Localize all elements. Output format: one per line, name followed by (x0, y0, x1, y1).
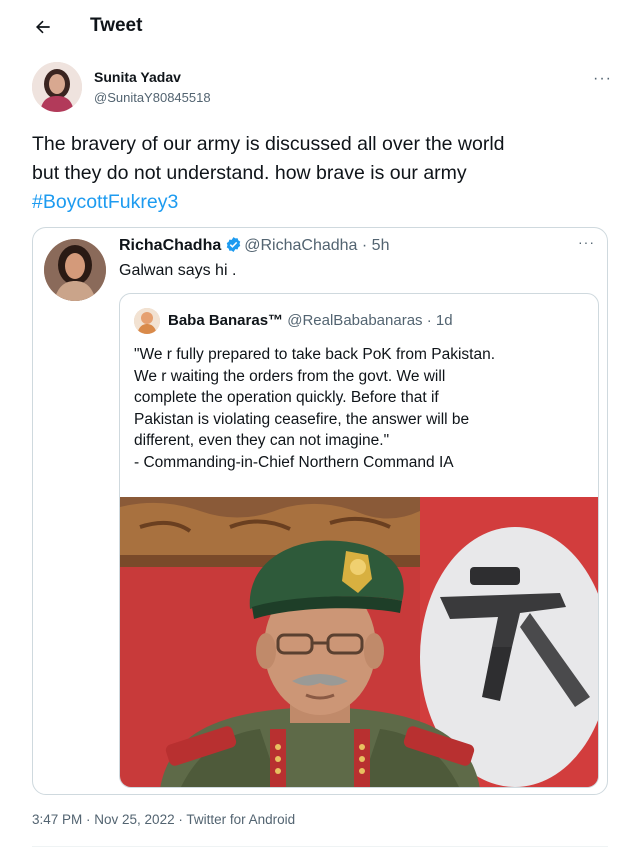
hashtag-link[interactable]: #BoycottFukrey3 (32, 188, 622, 217)
top-bar: Tweet (0, 0, 640, 54)
inner-quote-avatar[interactable] (134, 308, 160, 334)
separator: · (422, 312, 436, 329)
separator: · (357, 237, 372, 254)
author-handle[interactable]: @SunitaY80845518 (94, 90, 211, 105)
inner-quote-text: "We r fully prepared to take back PoK fr… (134, 344, 594, 473)
quote-avatar[interactable] (44, 239, 106, 301)
tweet-text-line: The bravery of our army is discussed all… (32, 133, 505, 155)
avatar-image (32, 62, 82, 112)
inner-quote-line: - Commanding-in-Chief Northern Command I… (134, 453, 454, 471)
arrow-left-icon (36, 20, 50, 34)
inner-quoted-tweet[interactable]: Baba Banaras™ @RealBababanaras · 1d "We … (119, 293, 599, 788)
quote-header: RichaChadha @RichaChadha · 5h (119, 236, 389, 255)
back-button[interactable] (30, 14, 56, 40)
officer-photo-image (120, 497, 598, 787)
inner-quote-author-handle[interactable]: @RealBababanaras (287, 312, 422, 329)
inner-quote-line: different, even they can not imagine." (134, 432, 390, 449)
quote-author-handle[interactable]: @RichaChadha (244, 237, 357, 254)
quote-time[interactable]: 5h (372, 237, 390, 254)
tweet-author: Sunita Yadav @SunitaY80845518 ··· (32, 62, 612, 118)
tweet-text: The bravery of our army is discussed all… (32, 130, 622, 217)
avatar-image (44, 239, 106, 301)
inner-quote-line: "We r fully prepared to take back PoK fr… (134, 346, 496, 363)
more-options-button[interactable]: ··· (593, 70, 612, 88)
author-name[interactable]: Sunita Yadav (94, 69, 181, 85)
tweet-timestamp[interactable]: 3:47 PM · Nov 25, 2022 · Twitter for And… (32, 812, 295, 827)
tweet-photo[interactable] (120, 497, 598, 787)
quoted-tweet[interactable]: RichaChadha @RichaChadha · 5h ··· Galwan … (32, 227, 608, 795)
quote-author-name[interactable]: RichaChadha (119, 237, 221, 254)
inner-quote-author-name[interactable]: Baba Banaras™ (168, 312, 283, 329)
inner-quote-line: Pakistan is violating ceasefire, the ans… (134, 410, 470, 428)
inner-quote-line: We r waiting the orders from the govt. W… (134, 367, 446, 385)
verified-badge-icon (227, 237, 241, 252)
divider (32, 846, 608, 847)
page-title: Tweet (90, 15, 143, 36)
quote-text: Galwan says hi . (119, 262, 237, 279)
inner-quote-header: Baba Banaras™ @RealBababanaras · 1d (168, 312, 453, 329)
tweet-text-line: but they do not understand. how brave is… (32, 162, 467, 184)
avatar-image (134, 308, 160, 334)
inner-quote-time[interactable]: 1d (436, 312, 453, 329)
avatar[interactable] (32, 62, 82, 112)
quote-more-button[interactable]: ··· (578, 234, 595, 250)
inner-quote-line: complete the operation quickly. Before t… (134, 389, 439, 406)
